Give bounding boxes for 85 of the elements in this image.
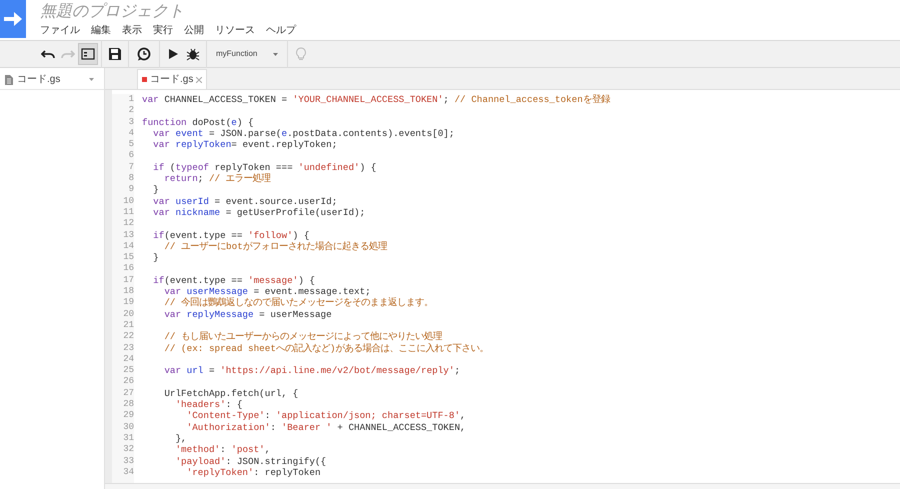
function-dropdown[interactable]: myFunction	[210, 43, 284, 65]
code-line: if(event.type == 'message') {	[152, 274, 315, 286]
code-line: 'method': 'post',	[174, 444, 270, 456]
file-name: コード.gs	[17, 73, 62, 87]
line-number: 22	[122, 331, 134, 343]
line-number: 3	[128, 116, 134, 128]
code-line: 'replyToken': replyToken	[186, 466, 321, 478]
line-number: 6	[128, 150, 134, 162]
code-line: 'payload': JSON.stringify({	[174, 456, 326, 467]
clock-icon	[137, 47, 151, 61]
code-line: var nickname = getUserProfile(userId);	[152, 206, 366, 218]
arrow-icon	[4, 11, 22, 27]
line-number: 4	[128, 128, 134, 140]
menu-item[interactable]: ヘルプ	[266, 24, 296, 38]
play-icon	[166, 47, 180, 61]
file-item[interactable]: コード.gs	[0, 70, 104, 90]
menu-item[interactable]: 表示	[122, 24, 142, 38]
line-number: 31	[122, 432, 134, 444]
code-line: var userMessage = event.message.text;	[163, 286, 371, 298]
line-number: 25	[122, 365, 134, 376]
code-line: function doPost(e) {	[142, 116, 254, 128]
menu-item[interactable]: リソース	[215, 24, 255, 38]
line-number: 29	[122, 410, 134, 422]
line-number: 32	[122, 444, 134, 456]
line-number: 5	[128, 139, 134, 150]
line-number: 33	[122, 456, 134, 467]
line-number: 26	[122, 376, 134, 388]
line-number: 8	[128, 173, 134, 184]
line-number: 10	[122, 196, 134, 207]
code-line: return; // エラー処理	[163, 173, 271, 184]
line-number: 17	[122, 274, 134, 286]
line-number: 13	[122, 230, 134, 241]
code-line: if (typeof replyToken === 'undefined') {	[152, 162, 376, 173]
code-line: var url = 'https://api.line.me/v2/bot/message/reply';	[163, 365, 460, 376]
code-line: // もし届いたユーザーからのメッセージによって他にやりたい処理	[163, 331, 442, 343]
menu-item[interactable]: 公開	[184, 24, 204, 38]
lightbulb-icon	[294, 47, 308, 61]
code-line: }	[152, 252, 159, 264]
code-line: var replyToken= event.replyToken;	[152, 139, 338, 150]
document-icon	[5, 74, 13, 84]
code-line: // ユーザーにbotがフォローされた場合に起きる処理	[163, 240, 387, 252]
app-logo[interactable]	[0, 0, 26, 38]
caret-icon[interactable]	[89, 78, 94, 81]
code-line: },	[174, 432, 187, 444]
code-line: }	[152, 184, 159, 196]
line-number: 2	[128, 105, 134, 117]
code-line: 'Authorization': 'Bearer ' + CHANNEL_ACCESS_TOKEN,	[186, 422, 466, 433]
line-number: 7	[128, 162, 134, 174]
line-number: 30	[122, 422, 134, 433]
code-line: var event = JSON.parse(e.postData.contents).events[0];	[152, 128, 454, 140]
menu-item[interactable]: ファイル	[40, 24, 80, 38]
line-number: 15	[122, 252, 134, 264]
code-line: // 今回は鸚鵡返しなので届いたメッセージをそのまま返します。	[163, 297, 434, 309]
line-number: 28	[122, 399, 134, 410]
line-number: 23	[122, 342, 134, 354]
caret-icon	[273, 52, 278, 56]
code-line: if(event.type == 'follow') {	[152, 230, 310, 241]
line-number: 9	[128, 184, 134, 196]
menu-item[interactable]: 編集	[91, 24, 111, 38]
code-line: var CHANNEL_ACCESS_TOKEN = 'YOUR_CHANNEL_ACCESS_TOKEN'; // Channel_access_tokenを登録	[142, 94, 610, 106]
sidebar-icon	[81, 47, 95, 61]
code-line: var replyMessage = userMessage	[163, 308, 332, 320]
line-number: 14	[122, 240, 134, 252]
code-line: 'Content-Type': 'application/json; charset=UTF-8',	[186, 410, 466, 422]
code-line: // (ex: spread sheetへの記入など)がある場合は、ここに入れて下さい。	[163, 342, 488, 354]
line-number: 34	[122, 466, 134, 478]
code-line: UrlFetchApp.fetch(url, {	[163, 388, 298, 400]
line-number: 20	[122, 308, 134, 320]
bug-icon	[186, 47, 200, 61]
line-number: 12	[122, 218, 134, 230]
line-number: 18	[122, 286, 134, 298]
code-line: 'headers': {	[174, 399, 242, 410]
code-line: var userId = event.source.userId;	[152, 196, 338, 207]
menu-item[interactable]: 実行	[153, 24, 173, 38]
sidebar-button[interactable]	[78, 43, 98, 65]
line-number: 16	[122, 263, 134, 275]
editor-tab[interactable]: コード.gs	[137, 69, 208, 89]
tab-label: コード.gs	[150, 73, 194, 87]
line-number: 27	[122, 388, 134, 400]
modified-icon	[142, 77, 147, 82]
line-number: 1	[128, 94, 134, 106]
line-number: 19	[122, 297, 134, 309]
line-number: 11	[122, 206, 134, 218]
line-number: 24	[122, 354, 134, 366]
line-number: 21	[122, 320, 134, 332]
